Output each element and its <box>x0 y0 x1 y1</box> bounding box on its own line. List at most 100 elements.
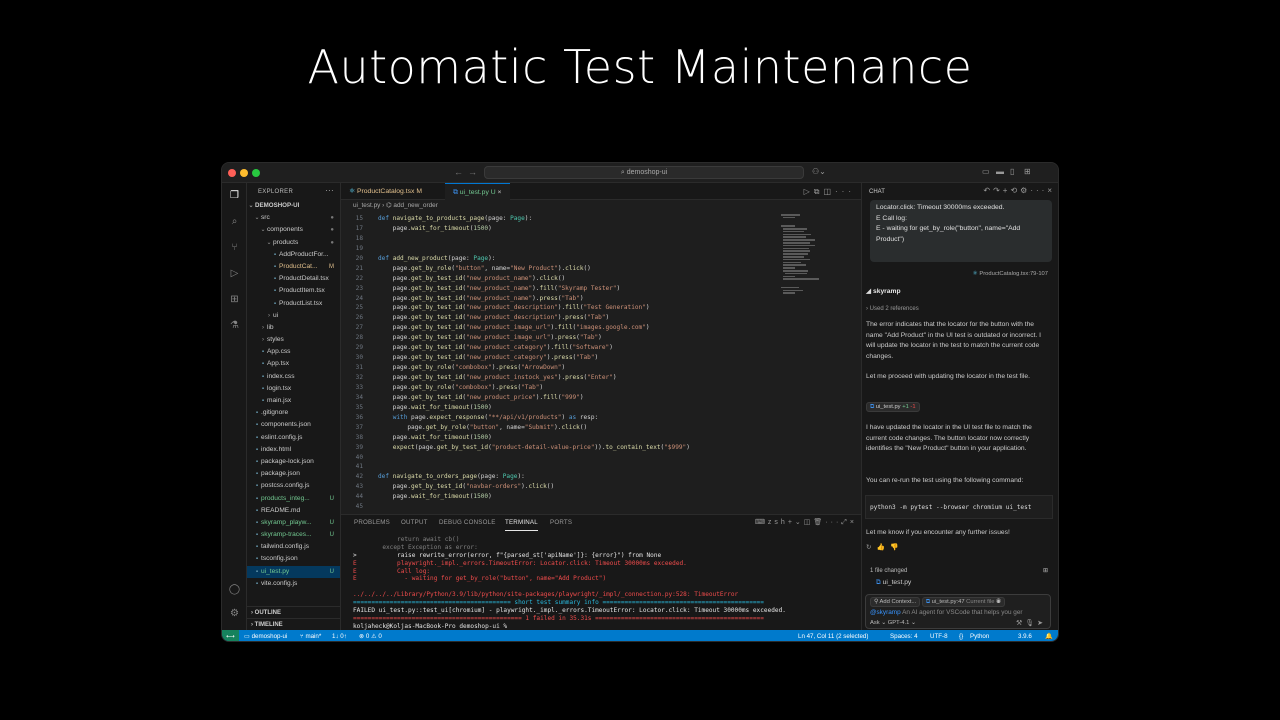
python-version-status[interactable]: 3.9.6 <box>1018 630 1032 641</box>
close-icon[interactable]: × <box>1047 186 1055 195</box>
file-item[interactable]: ▪ components.json <box>247 419 340 431</box>
code-line[interactable]: 39 expect(page.get_by_test_id("product-d… <box>341 443 771 453</box>
new-terminal-icon[interactable]: +⌄ <box>788 519 804 526</box>
tab-productcatalog[interactable]: ⚛ ProductCatalog.tsx M <box>341 183 430 200</box>
code-line[interactable]: 28 page.get_by_test_id("new_product_imag… <box>341 333 771 343</box>
current-file-chip[interactable]: ⧉ ui_test.py:47 Current file ◉ <box>921 597 1005 607</box>
split-editor-icon[interactable]: ◫ <box>823 187 835 196</box>
code-line[interactable]: 24 page.get_by_test_id("new_product_name… <box>341 294 771 304</box>
code-line[interactable]: 34 page.get_by_test_id("new_product_pric… <box>341 393 771 403</box>
folder-item[interactable]: › styles <box>247 334 340 346</box>
code-line[interactable]: 37 page.get_by_role("button", name="Subm… <box>341 423 771 433</box>
code-line[interactable]: 22 page.get_by_test_id("new_product_name… <box>341 274 771 284</box>
redo-icon[interactable]: ↷ <box>993 186 1003 195</box>
expand-icon[interactable]: ⊞ <box>1043 566 1048 577</box>
file-item[interactable]: ▪ products_integ... U <box>247 493 340 505</box>
code-line[interactable]: 38 page.wait_for_timeout(1500) <box>341 433 771 443</box>
file-item[interactable]: ▪ ProductList.tsx <box>247 298 340 310</box>
close-window-button[interactable] <box>228 169 236 177</box>
add-context-button[interactable]: ⚲ Add Context... <box>870 597 921 607</box>
file-item[interactable]: ▪ skyramp-traces... U <box>247 529 340 541</box>
code-line[interactable]: 35 page.wait_for_timeout(1500) <box>341 403 771 413</box>
code-line[interactable]: 45 <box>341 502 771 512</box>
language-status[interactable]: Python <box>970 630 989 641</box>
file-item[interactable]: ▪ index.css <box>247 371 340 383</box>
code-line[interactable]: 23 page.get_by_test_id("new_product_name… <box>341 284 771 294</box>
tab-terminal[interactable]: TERMINAL <box>505 515 538 531</box>
thumbs-down-icon[interactable]: 👎 <box>890 544 903 551</box>
file-item[interactable]: ▪ postcss.config.js <box>247 480 340 492</box>
send-icon[interactable]: ➤ <box>1037 620 1046 627</box>
notifications-bell-icon[interactable]: 🔔 <box>1045 630 1053 641</box>
file-item[interactable]: ▪ package.json <box>247 468 340 480</box>
tools-icon[interactable]: ⚒ <box>1016 620 1025 627</box>
file-item[interactable]: ▪ package-lock.json <box>247 456 340 468</box>
file-item[interactable]: ▪ App.css <box>247 346 340 358</box>
breadcrumb-symbol[interactable]: add_new_order <box>393 202 437 209</box>
command-center-search[interactable]: ⌕ demoshop-ui <box>484 166 804 179</box>
file-item[interactable]: ▪ README.md <box>247 505 340 517</box>
encoding-status[interactable]: UTF-8 <box>930 630 948 641</box>
tab-output[interactable]: OUTPUT <box>401 515 428 531</box>
code-line[interactable]: 36 with page.expect_response("**/api/v1/… <box>341 413 771 423</box>
files-changed-header[interactable]: 1 file changed ⊞ <box>870 566 1050 577</box>
file-item[interactable]: ▪ App.tsx <box>247 358 340 370</box>
customize-layout-icon[interactable]: ⊞ <box>1024 167 1031 176</box>
forward-arrow-icon[interactable]: → <box>468 167 477 177</box>
git-branch-status[interactable]: ⑂ main* <box>300 630 321 641</box>
account-icon[interactable]: ◯ <box>228 583 241 596</box>
extensions-icon[interactable]: ⊞ <box>228 293 241 306</box>
tab-ui-test[interactable]: ⧉ ui_test.py U × <box>445 183 510 200</box>
breadcrumb-file[interactable]: ui_test.py <box>353 202 380 209</box>
folder-item[interactable]: ⌄components ● <box>247 224 340 236</box>
trash-icon[interactable]: 🗑 <box>813 519 825 526</box>
copilot-icon[interactable]: ⚇⌄ <box>812 167 826 176</box>
minimize-window-button[interactable] <box>240 169 248 177</box>
file-item[interactable]: ▪ skyramp_playw... U <box>247 517 340 529</box>
file-item[interactable]: ▪ eslint.config.js <box>247 432 340 444</box>
eol-status[interactable]: {} <box>959 630 963 641</box>
command-code-block[interactable]: python3 -m pytest --browser chromium ui_… <box>865 495 1053 519</box>
problems-status[interactable]: ⊗ 0 ⚠ 0 <box>359 630 382 641</box>
toggle-panel-icon[interactable]: ▬ <box>996 167 1004 176</box>
code-line[interactable]: 30 page.get_by_test_id("new_product_cate… <box>341 353 771 363</box>
shell-label[interactable]: zsh <box>768 519 788 526</box>
changed-file-row[interactable]: ⧉ ui_test.py <box>876 578 1058 589</box>
workspace-status[interactable]: ▭ demoshop-ui <box>244 630 287 641</box>
code-line[interactable]: 15 def navigate_to_products_page(page: Pa… <box>341 214 771 224</box>
code-line[interactable]: 21 page.get_by_role("button", name="New … <box>341 264 771 274</box>
tab-debug-console[interactable]: DEBUG CONSOLE <box>439 515 496 531</box>
settings-gear-icon[interactable]: ⚙ <box>1020 186 1030 195</box>
tab-problems[interactable]: PROBLEMS <box>354 515 390 531</box>
explorer-icon[interactable]: ❐ <box>228 189 241 202</box>
remote-indicator-icon[interactable]: ⟷ <box>222 630 239 641</box>
file-item[interactable]: ▪ main.jsx <box>247 395 340 407</box>
history-icon[interactable]: ⟲ <box>1010 186 1020 195</box>
more-icon[interactable]: ··· <box>825 519 841 526</box>
split-terminal-icon[interactable]: ◫ <box>804 519 814 526</box>
file-item[interactable]: ▪ ProductCat... M <box>247 261 340 273</box>
file-item[interactable]: ▪ ProductItem.tsx <box>247 285 340 297</box>
code-line[interactable]: 42 def navigate_to_orders_page(page: Page… <box>341 472 771 482</box>
settings-gear-icon[interactable]: ⚙ <box>228 607 241 620</box>
minimap[interactable] <box>781 214 823 304</box>
file-item[interactable]: ▪ index.html <box>247 444 340 456</box>
terminal-output[interactable]: return await cb() except Exception as er… <box>353 536 858 630</box>
close-tab-icon[interactable]: × <box>498 189 502 196</box>
code-line[interactable]: 25 page.get_by_test_id("new_product_desc… <box>341 303 771 313</box>
code-line[interactable]: 29 page.get_by_test_id("new_product_cate… <box>341 343 771 353</box>
file-item[interactable]: ▪ .gitignore <box>247 407 340 419</box>
outline-section[interactable]: › OUTLINE <box>247 606 341 618</box>
maximize-window-button[interactable] <box>252 169 260 177</box>
code-line[interactable]: 32 page.get_by_test_id("new_product_inst… <box>341 373 771 383</box>
thumbs-up-icon[interactable]: 👍 <box>877 544 890 551</box>
eye-icon[interactable]: ◉ <box>996 599 1001 605</box>
timeline-section[interactable]: › TIMELINE <box>247 618 341 630</box>
undo-icon[interactable]: ↶ <box>983 186 993 195</box>
code-line[interactable]: 19 <box>341 244 771 254</box>
code-line[interactable]: 27 page.get_by_test_id("new_product_imag… <box>341 323 771 333</box>
code-line[interactable]: 31 page.get_by_role("combobox").press("A… <box>341 363 771 373</box>
model-picker[interactable]: GPT-4.1 <box>888 620 910 626</box>
folder-item[interactable]: ⌄products ● <box>247 237 340 249</box>
code-line[interactable]: 43 page.get_by_test_id("navbar-orders").… <box>341 482 771 492</box>
